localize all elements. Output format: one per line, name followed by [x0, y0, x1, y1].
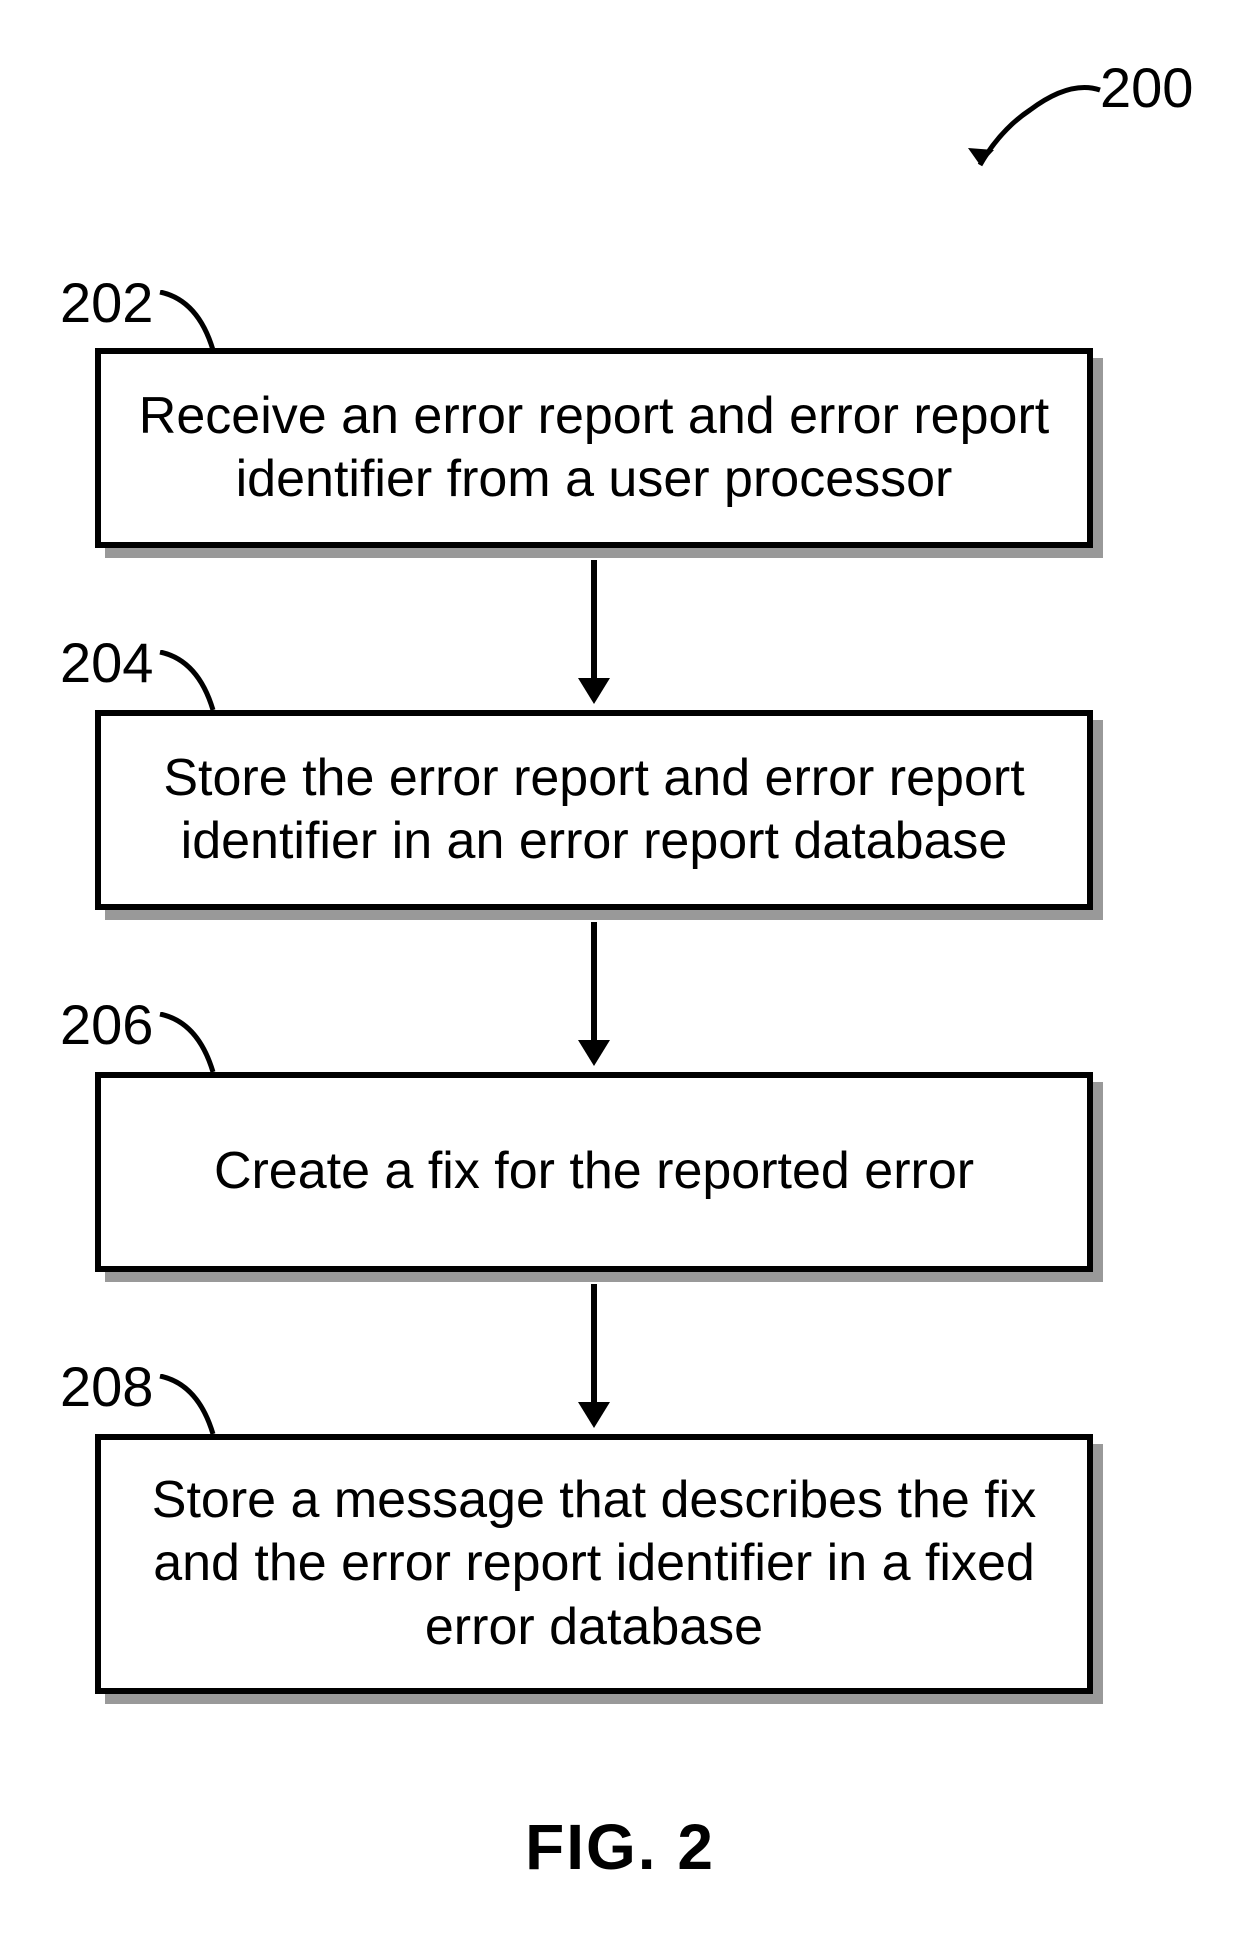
- flow-step-204: Store the error report and error report …: [95, 710, 1093, 910]
- arrow-206-208-line: [591, 1284, 597, 1404]
- step-ref-208: 208: [60, 1359, 153, 1415]
- step-ref-202: 202: [60, 275, 153, 331]
- arrow-204-206-line: [591, 922, 597, 1042]
- leader-arrow-200: [960, 70, 1110, 180]
- flow-step-208-text: Store a message that describes the fix a…: [131, 1469, 1057, 1659]
- flow-step-202: Receive an error report and error report…: [95, 348, 1093, 548]
- flow-step-204-text: Store the error report and error report …: [131, 747, 1057, 874]
- arrow-206-208-head: [578, 1402, 610, 1428]
- flow-step-206-text: Create a fix for the reported error: [214, 1140, 974, 1203]
- flow-step-208: Store a message that describes the fix a…: [95, 1434, 1093, 1694]
- figure-label: FIG. 2: [0, 1810, 1240, 1884]
- arrow-202-204-head: [578, 678, 610, 704]
- step-ref-204: 204: [60, 635, 153, 691]
- flow-step-206: Create a fix for the reported error: [95, 1072, 1093, 1272]
- arrow-202-204-line: [591, 560, 597, 680]
- flow-step-202-text: Receive an error report and error report…: [131, 385, 1057, 512]
- step-ref-206: 206: [60, 997, 153, 1053]
- figure-ref-200: 200: [1100, 60, 1193, 116]
- arrow-204-206-head: [578, 1040, 610, 1066]
- figure-canvas: 200 202 Receive an error report and erro…: [0, 0, 1240, 1944]
